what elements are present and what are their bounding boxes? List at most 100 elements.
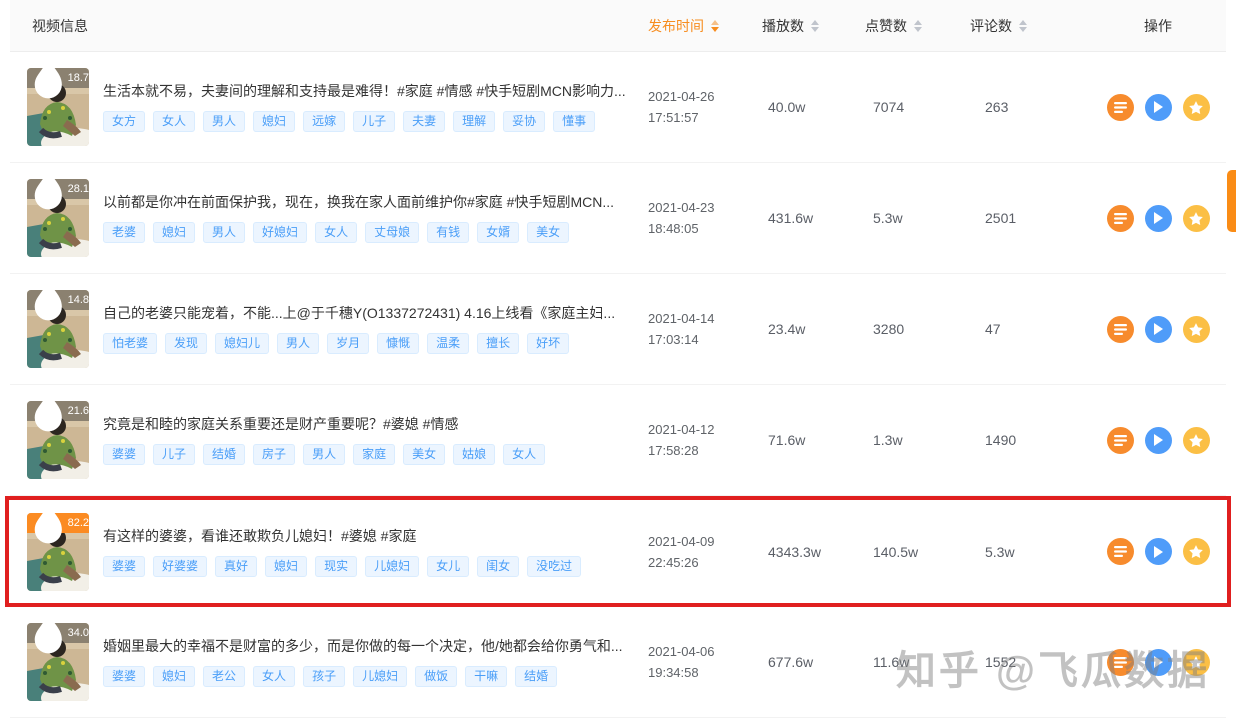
list-icon [1114, 657, 1127, 668]
details-button[interactable] [1107, 316, 1134, 343]
video-tag[interactable]: 好媳妇 [253, 222, 307, 243]
sort-carets-icon [914, 20, 922, 32]
video-tag[interactable]: 媳妇 [153, 666, 195, 687]
details-button[interactable] [1107, 94, 1134, 121]
video-tag[interactable]: 干嘛 [465, 666, 507, 687]
video-tag[interactable]: 女人 [253, 666, 295, 687]
video-thumbnail[interactable]: 18.7 [27, 68, 89, 146]
video-tag[interactable]: 家庭 [353, 444, 395, 465]
table-row: 34.0 婚姻里最大的幸福不是财富的多少，而是你做的每一个决定，他/她都会给你勇… [10, 607, 1226, 718]
comment-count: 2501 [970, 210, 1090, 226]
video-tag[interactable]: 做饭 [415, 666, 457, 687]
favorite-button[interactable] [1183, 205, 1210, 232]
video-tag[interactable]: 女人 [315, 222, 357, 243]
play-video-button[interactable] [1145, 427, 1172, 454]
video-tag[interactable]: 男人 [203, 111, 245, 132]
video-tag[interactable]: 男人 [277, 333, 319, 354]
video-tag[interactable]: 婆婆 [103, 666, 145, 687]
video-tag[interactable]: 老公 [203, 666, 245, 687]
header-publish-time[interactable]: 发布时间 [648, 16, 762, 36]
video-thumbnail[interactable]: 82.2 [27, 513, 89, 591]
details-button[interactable] [1107, 649, 1134, 676]
play-video-button[interactable] [1145, 538, 1172, 565]
video-tag[interactable]: 女方 [103, 111, 145, 132]
video-tag[interactable]: 女人 [153, 111, 195, 132]
play-video-button[interactable] [1145, 94, 1172, 121]
like-count: 3280 [865, 321, 970, 337]
favorite-button[interactable] [1183, 427, 1210, 454]
flame-icon [32, 179, 65, 228]
favorite-button[interactable] [1183, 649, 1210, 676]
video-tag[interactable]: 现实 [315, 556, 357, 577]
video-tag[interactable]: 擅长 [477, 333, 519, 354]
video-tag[interactable]: 丈母娘 [365, 222, 419, 243]
video-tag[interactable]: 远嫁 [303, 111, 345, 132]
video-tag[interactable]: 结婚 [515, 666, 557, 687]
video-title[interactable]: 婚姻里最大的幸福不是财富的多少，而是你做的每一个决定，他/她都会给你勇气和... [103, 637, 634, 655]
video-title[interactable]: 以前都是你冲在前面保护我，现在，换我在家人面前维护你#家庭 #快手短剧MCN..… [103, 193, 634, 211]
video-tag[interactable]: 美女 [403, 444, 445, 465]
video-tag[interactable]: 女人 [503, 444, 545, 465]
video-tag[interactable]: 女儿 [427, 556, 469, 577]
play-icon [1153, 546, 1163, 558]
video-tag[interactable]: 儿子 [353, 111, 395, 132]
video-tag[interactable]: 闺女 [477, 556, 519, 577]
video-tag[interactable]: 没吃过 [527, 556, 581, 577]
video-tag[interactable]: 岁月 [327, 333, 369, 354]
video-tag[interactable]: 真好 [215, 556, 257, 577]
video-tag[interactable]: 婆婆 [103, 444, 145, 465]
play-video-button[interactable] [1145, 205, 1172, 232]
video-tag[interactable]: 美女 [527, 222, 569, 243]
video-tag[interactable]: 发现 [165, 333, 207, 354]
video-tag[interactable]: 妥协 [503, 111, 545, 132]
video-tag[interactable]: 女婿 [477, 222, 519, 243]
favorite-button[interactable] [1183, 316, 1210, 343]
video-tag[interactable]: 结婚 [203, 444, 245, 465]
details-button[interactable] [1107, 427, 1134, 454]
video-tag[interactable]: 夫妻 [403, 111, 445, 132]
video-tag[interactable]: 媳妇儿 [215, 333, 269, 354]
video-tag[interactable]: 有钱 [427, 222, 469, 243]
video-tag[interactable]: 儿子 [153, 444, 195, 465]
header-likes[interactable]: 点赞数 [865, 16, 970, 36]
video-tag[interactable]: 姑娘 [453, 444, 495, 465]
video-title[interactable]: 有这样的婆婆，看谁还敢欺负儿媳妇！#婆媳 #家庭 [103, 527, 634, 545]
video-tag[interactable]: 慷慨 [377, 333, 419, 354]
heat-badge: 28.1 [27, 179, 89, 199]
video-tag[interactable]: 好婆婆 [153, 556, 207, 577]
video-title[interactable]: 自己的老婆只能宠着，不能...上@于千穗Y(O1337272431) 4.16上… [103, 304, 634, 322]
video-tag[interactable]: 男人 [303, 444, 345, 465]
video-tag[interactable]: 孩子 [303, 666, 345, 687]
video-tag[interactable]: 温柔 [427, 333, 469, 354]
video-tag[interactable]: 理解 [453, 111, 495, 132]
details-button[interactable] [1107, 538, 1134, 565]
video-tag[interactable]: 媳妇 [265, 556, 307, 577]
video-tag[interactable]: 儿媳妇 [353, 666, 407, 687]
video-title[interactable]: 生活本就不易，夫妻间的理解和支持最是难得！#家庭 #情感 #快手短剧MCN影响力… [103, 82, 634, 100]
video-tag[interactable]: 婆婆 [103, 556, 145, 577]
header-actions-label: 操作 [1144, 16, 1172, 36]
video-tag[interactable]: 懂事 [553, 111, 595, 132]
video-tag[interactable]: 房子 [253, 444, 295, 465]
favorite-button[interactable] [1183, 538, 1210, 565]
header-plays[interactable]: 播放数 [762, 16, 865, 36]
side-panel-handle[interactable] [1227, 170, 1236, 232]
video-tag[interactable]: 儿媳妇 [365, 556, 419, 577]
video-tag[interactable]: 媳妇 [253, 111, 295, 132]
video-title[interactable]: 究竟是和睦的家庭关系重要还是财产重要呢？#婆媳 #情感 [103, 415, 634, 433]
video-thumbnail[interactable]: 28.1 [27, 179, 89, 257]
header-comments[interactable]: 评论数 [970, 16, 1090, 36]
details-button[interactable] [1107, 205, 1134, 232]
video-tag[interactable]: 怕老婆 [103, 333, 157, 354]
video-tag[interactable]: 媳妇 [153, 222, 195, 243]
video-tag[interactable]: 老婆 [103, 222, 145, 243]
heat-value: 28.1 [68, 183, 89, 195]
play-video-button[interactable] [1145, 649, 1172, 676]
play-video-button[interactable] [1145, 316, 1172, 343]
video-thumbnail[interactable]: 21.6 [27, 401, 89, 479]
video-tag[interactable]: 好坏 [527, 333, 569, 354]
favorite-button[interactable] [1183, 94, 1210, 121]
video-thumbnail[interactable]: 14.8 [27, 290, 89, 368]
video-thumbnail[interactable]: 34.0 [27, 623, 89, 701]
video-tag[interactable]: 男人 [203, 222, 245, 243]
